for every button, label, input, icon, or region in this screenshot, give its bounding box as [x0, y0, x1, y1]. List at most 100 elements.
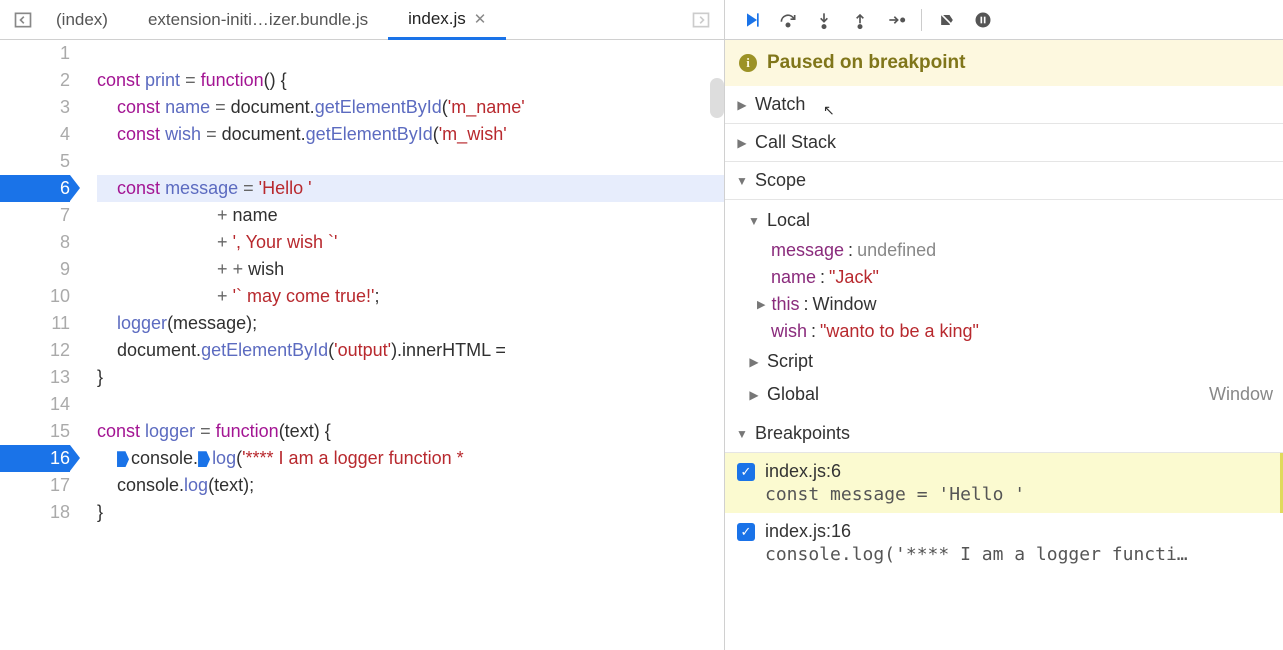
var-value: undefined	[857, 240, 936, 261]
scope-variable[interactable]: wish: "wanto to be a king"	[771, 318, 1283, 345]
code-line[interactable]: }	[97, 364, 724, 391]
tab-nav-back-icon[interactable]	[10, 7, 36, 33]
var-name: name	[771, 267, 816, 288]
code-line[interactable]: console.log(text);	[97, 472, 724, 499]
tab-index[interactable]: (index)	[36, 2, 128, 38]
gutter-line[interactable]: 3	[0, 94, 70, 121]
code-line[interactable]: const message = 'Hello '	[97, 175, 724, 202]
step-button[interactable]	[879, 6, 913, 34]
tab-label: (index)	[56, 10, 108, 30]
watch-section-header[interactable]: ▶ Watch	[725, 86, 1283, 124]
step-over-button[interactable]	[771, 6, 805, 34]
scope-script-header[interactable]: ▶Script	[725, 345, 1283, 378]
code-line[interactable]: }	[97, 499, 724, 526]
breakpoint-checkbox[interactable]: ✓	[737, 463, 755, 481]
code-line[interactable]: + + wish	[97, 256, 724, 283]
section-title: Watch	[755, 94, 805, 115]
scope-global-header[interactable]: ▶Global Window	[725, 378, 1283, 411]
resume-button[interactable]	[735, 6, 769, 34]
gutter-line[interactable]: 14	[0, 391, 70, 418]
code-lines[interactable]: const print = function() { const name = …	[75, 40, 724, 650]
scope-hint: Window	[1209, 384, 1273, 405]
tab-indexjs[interactable]: index.js ✕	[388, 1, 506, 40]
line-gutter[interactable]: 123456789101112131415161718	[0, 40, 75, 650]
code-line[interactable]: document.getElementById('output').innerH…	[97, 337, 724, 364]
gutter-line[interactable]: 15	[0, 418, 70, 445]
breakpoint-marker-icon	[117, 451, 129, 467]
gutter-line[interactable]: 4	[0, 121, 70, 148]
section-title: Call Stack	[755, 132, 836, 153]
scrollbar-thumb[interactable]	[710, 78, 724, 118]
section-title: Breakpoints	[755, 423, 850, 444]
gutter-line[interactable]: 17	[0, 472, 70, 499]
pause-status-banner: i Paused on breakpoint	[725, 40, 1283, 86]
breakpoint-source: console.log('**** I am a logger functi…	[765, 544, 1188, 565]
tabs-bar: (index) extension-initi…izer.bundle.js i…	[0, 0, 724, 40]
chevron-down-icon: ▼	[747, 214, 761, 228]
breakpoint-checkbox[interactable]: ✓	[737, 523, 755, 541]
deactivate-breakpoints-button[interactable]	[930, 6, 964, 34]
gutter-line[interactable]: 11	[0, 310, 70, 337]
gutter-line[interactable]: 6	[0, 175, 70, 202]
gutter-line[interactable]: 1	[0, 40, 70, 67]
code-line[interactable]	[97, 148, 724, 175]
status-text: Paused on breakpoint	[767, 52, 965, 74]
scope-variable[interactable]: ▶this: Window	[771, 291, 1283, 318]
code-line[interactable]: const print = function() {	[97, 67, 724, 94]
tab-nav-forward-icon	[688, 7, 714, 33]
scope-local-header[interactable]: ▼ Local	[725, 204, 1283, 237]
gutter-line[interactable]: 2	[0, 67, 70, 94]
code-line[interactable]: const logger = function(text) {	[97, 418, 724, 445]
code-line[interactable]: + '` may come true!';	[97, 283, 724, 310]
breakpoint-location: index.js:16	[765, 521, 1188, 542]
gutter-line[interactable]: 10	[0, 283, 70, 310]
chevron-down-icon: ▼	[735, 427, 749, 441]
var-name: message	[771, 240, 844, 261]
gutter-line[interactable]: 12	[0, 337, 70, 364]
step-into-button[interactable]	[807, 6, 841, 34]
tab-label: extension-initi…izer.bundle.js	[148, 10, 368, 30]
breakpoint-source: const message = 'Hello '	[765, 484, 1025, 505]
breakpoint-item[interactable]: ✓ index.js:16console.log('**** I am a log…	[725, 513, 1283, 573]
code-line[interactable]: logger(message);	[97, 310, 724, 337]
scope-local-vars: message: undefinedname: "Jack"▶this: Win…	[725, 237, 1283, 345]
scope-content: ▼ Local message: undefinedname: "Jack"▶th…	[725, 200, 1283, 415]
code-line[interactable]: + name	[97, 202, 724, 229]
gutter-line[interactable]: 9	[0, 256, 70, 283]
gutter-line[interactable]: 18	[0, 499, 70, 526]
section-title: Scope	[755, 170, 806, 191]
code-line[interactable]	[97, 391, 724, 418]
step-out-button[interactable]	[843, 6, 877, 34]
gutter-line[interactable]: 8	[0, 229, 70, 256]
gutter-line[interactable]: 5	[0, 148, 70, 175]
close-icon[interactable]: ✕	[474, 10, 487, 28]
scope-label: Script	[767, 351, 813, 372]
scope-section-header[interactable]: ▼ Scope	[725, 162, 1283, 200]
code-line[interactable]: const name = document.getElementById('m_…	[97, 94, 724, 121]
gutter-line[interactable]: 13	[0, 364, 70, 391]
code-area[interactable]: 123456789101112131415161718 const print …	[0, 40, 724, 650]
tab-extension-bundle[interactable]: extension-initi…izer.bundle.js	[128, 2, 388, 38]
scope-label: Local	[767, 210, 810, 231]
code-line[interactable]: const wish = document.getElementById('m_…	[97, 121, 724, 148]
var-name: wish	[771, 321, 807, 342]
var-name: this	[771, 294, 799, 315]
var-value: Window	[813, 294, 877, 315]
gutter-line[interactable]: 7	[0, 202, 70, 229]
code-line[interactable]: console.log('**** I am a logger function…	[97, 445, 724, 472]
gutter-line[interactable]: 16	[0, 445, 70, 472]
code-line[interactable]: + ', Your wish `'	[97, 229, 724, 256]
var-value: "wanto to be a king"	[820, 321, 979, 342]
debug-panel: i Paused on breakpoint ↖ ▶ Watch ▶ Call …	[725, 0, 1283, 650]
scope-variable[interactable]: message: undefined	[771, 237, 1283, 264]
breakpoints-section-header[interactable]: ▼ Breakpoints	[725, 415, 1283, 453]
code-line[interactable]	[97, 40, 724, 67]
var-value: "Jack"	[829, 267, 879, 288]
callstack-section-header[interactable]: ▶ Call Stack	[725, 124, 1283, 162]
scope-variable[interactable]: name: "Jack"	[771, 264, 1283, 291]
pause-exceptions-button[interactable]	[966, 6, 1000, 34]
breakpoint-location: index.js:6	[765, 461, 1025, 482]
debug-toolbar	[725, 0, 1283, 40]
breakpoint-item[interactable]: ✓ index.js:6const message = 'Hello '	[725, 453, 1283, 513]
tab-label: index.js	[408, 9, 466, 29]
